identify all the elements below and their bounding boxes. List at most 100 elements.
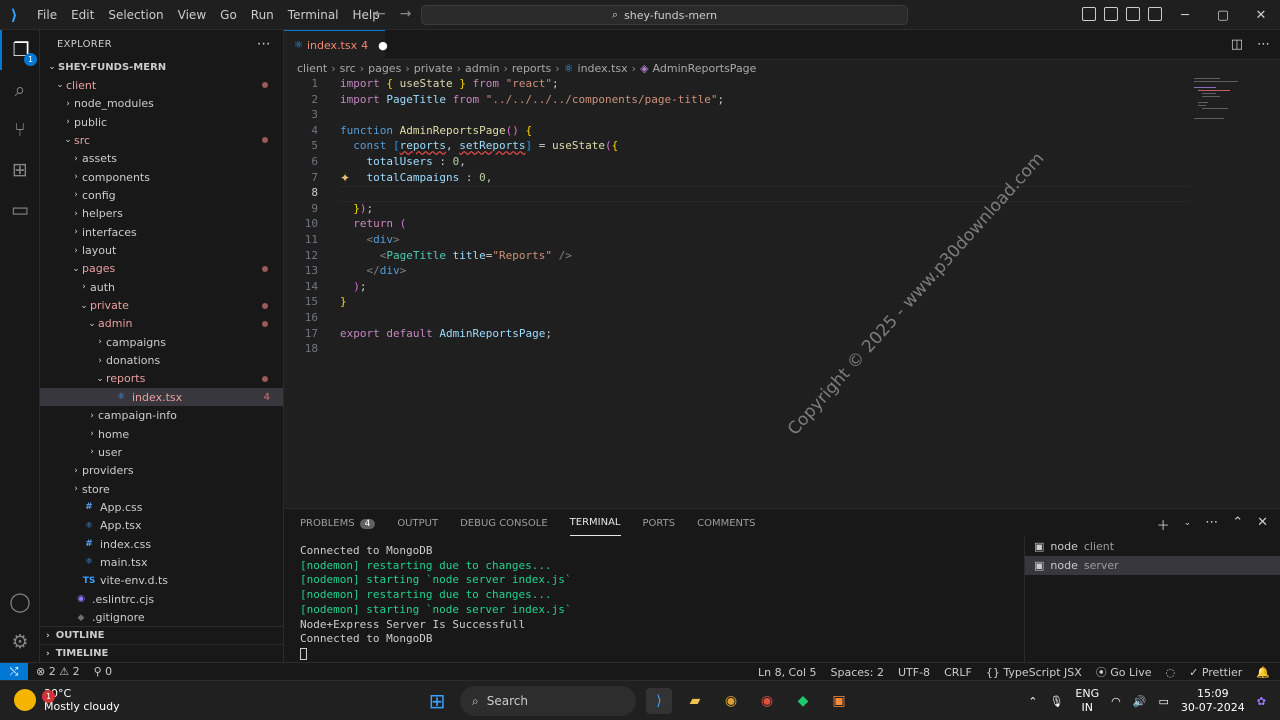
indentation[interactable]: Spaces: 2 [831, 666, 884, 679]
minimap[interactable] [1194, 76, 1270, 119]
language-indicator[interactable]: ENG IN [1075, 687, 1099, 715]
chrome-icon[interactable]: ◉ [718, 688, 744, 714]
breadcrumb-item[interactable]: reports [512, 62, 551, 75]
tree-item-client[interactable]: ⌄ client [40, 76, 283, 94]
tray-overflow-icon[interactable]: ⌃ [1028, 695, 1037, 708]
prettier-status[interactable]: ✓ Prettier [1189, 666, 1242, 679]
close-panel-icon[interactable]: ✕ [1257, 515, 1268, 534]
toggle-panel-icon[interactable] [1104, 7, 1118, 21]
tab-terminal[interactable]: TERMINAL [569, 510, 621, 536]
code-line[interactable]: function AdminReportsPage() { [340, 123, 532, 139]
tab-ports[interactable]: PORTS [643, 518, 676, 529]
tab-comments[interactable]: COMMENTS [697, 518, 755, 529]
breadcrumb-item[interactable]: admin [465, 62, 499, 75]
timeline-section[interactable]: › TIMELINE [40, 644, 283, 662]
code-line[interactable]: totalUsers : 0, [340, 154, 466, 170]
code-line[interactable]: const [reports, setReports] = useState({ [340, 138, 618, 154]
copilot-icon[interactable]: ✿ [1257, 695, 1266, 708]
code-line[interactable]: ); [340, 279, 366, 295]
tree-item-providers[interactable]: › providers [40, 462, 283, 480]
code-line[interactable]: }); [340, 201, 373, 217]
code-line[interactable]: totalCampaigns : 0, [340, 170, 493, 186]
tree-item-eslintrc-cjs[interactable]: ◉ .eslintrc.cjs [40, 590, 283, 608]
chrome-profile-icon[interactable]: ◉ [754, 688, 780, 714]
tree-item-auth[interactable]: › auth [40, 278, 283, 296]
tree-item-interfaces[interactable]: › interfaces [40, 223, 283, 241]
tree-item-shey-funds-mern[interactable]: ⌄ SHEY-FUNDS-MERN [40, 58, 283, 76]
tree-item-components[interactable]: › components [40, 168, 283, 186]
code-line[interactable]: } [340, 294, 347, 310]
toggle-sidebar-icon[interactable] [1082, 7, 1096, 21]
notifications-icon[interactable]: 🔔 [1256, 666, 1270, 679]
code-line[interactable]: import PageTitle from "../../../../compo… [340, 92, 724, 108]
breadcrumb-item[interactable]: AdminReportsPage [653, 62, 757, 75]
editor-more-icon[interactable]: ⋯ [1257, 37, 1270, 52]
terminal-output[interactable]: Connected to MongoDB [nodemon] restarting… [300, 544, 1000, 662]
tree-item-vite-env-d-ts[interactable]: TS vite-env.d.ts [40, 572, 283, 590]
tree-item-config[interactable]: › config [40, 186, 283, 204]
tab-output[interactable]: OUTPUT [397, 518, 438, 529]
volume-icon[interactable]: 🔊 [1133, 695, 1147, 708]
close-window-icon[interactable]: ✕ [1242, 0, 1280, 30]
tree-item-assets[interactable]: › assets [40, 150, 283, 168]
tree-item-helpers[interactable]: › helpers [40, 205, 283, 223]
file-explorer-icon[interactable]: ▰ [682, 688, 708, 714]
maximize-icon[interactable]: ▢ [1204, 0, 1242, 30]
breadcrumb-item[interactable]: index.tsx [578, 62, 628, 75]
menu-terminal[interactable]: Terminal [281, 0, 346, 30]
tree-item-node-modules[interactable]: › node_modules [40, 95, 283, 113]
customize-layout-icon[interactable] [1148, 7, 1162, 21]
terminal-item-client[interactable]: ▣ node client [1025, 537, 1280, 556]
menu-file[interactable]: File [30, 0, 64, 30]
menu-view[interactable]: View [171, 0, 213, 30]
breadcrumb-item[interactable]: client [297, 62, 327, 75]
tree-item-pages[interactable]: ⌄ pages [40, 260, 283, 278]
tree-item-reports[interactable]: ⌄ reports [40, 370, 283, 388]
maximize-panel-icon[interactable]: ⌃ [1232, 515, 1243, 534]
go-live-button[interactable]: ⦿ Go Live [1096, 664, 1152, 680]
windows-start-icon[interactable]: ⊞ [424, 688, 450, 714]
split-editor-icon[interactable]: ◫ [1231, 37, 1243, 52]
tree-item-donations[interactable]: › donations [40, 352, 283, 370]
minimize-icon[interactable]: ─ [1166, 0, 1204, 30]
breadcrumb-item[interactable]: pages [368, 62, 401, 75]
tree-item-index-tsx[interactable]: ⚛ index.tsx 4 [40, 388, 283, 407]
encoding[interactable]: UTF-8 [898, 666, 930, 679]
tree-item-public[interactable]: › public [40, 113, 283, 131]
menu-edit[interactable]: Edit [64, 0, 101, 30]
tree-item-private[interactable]: ⌄ private [40, 297, 283, 315]
tab-problems[interactable]: PROBLEMS 4 [300, 518, 376, 529]
code-line[interactable]: </div> [340, 263, 407, 279]
source-control-icon[interactable]: ⑂ [0, 110, 40, 150]
tree-item-admin[interactable]: ⌄ admin [40, 315, 283, 333]
cursor-position[interactable]: Ln 8, Col 5 [758, 666, 817, 679]
battery-icon[interactable]: ▭ [1158, 695, 1168, 708]
menu-selection[interactable]: Selection [101, 0, 170, 30]
app-icon[interactable]: ◆ [790, 688, 816, 714]
code-line[interactable]: <div> [340, 232, 400, 248]
panel-more-icon[interactable]: ⋯ [1205, 515, 1218, 534]
new-terminal-icon[interactable]: ＋ [1157, 515, 1170, 534]
terminal-dropdown-icon[interactable]: ⌄ [1184, 518, 1192, 534]
more-actions-icon[interactable]: ⋯ [257, 36, 271, 52]
remote-indicator-icon[interactable]: ⤭ [0, 662, 28, 681]
explorer-icon[interactable]: ❐ 1 [0, 30, 40, 70]
code-editor[interactable]: 1 2 3 4 5 6 7 8 9 10 11 12 13 14 15 16 17 18 import { use… [284, 76, 1280, 508]
tab-index-tsx[interactable]: ⚛ index.tsx 4 ● [284, 30, 388, 60]
language-mode[interactable]: {} TypeScript JSX [986, 666, 1082, 679]
microphone-icon[interactable]: 🎙 [1049, 695, 1063, 708]
code-line[interactable]: export default AdminReportsPage; [340, 326, 552, 342]
tree-item-gitignore[interactable]: ◆ .gitignore [40, 609, 283, 627]
settings-gear-icon[interactable]: ⚙ [0, 622, 40, 662]
toggle-secondary-sidebar-icon[interactable] [1126, 7, 1140, 21]
tree-item-campaigns[interactable]: › campaigns [40, 333, 283, 351]
unsaved-dot-icon[interactable]: ● [378, 39, 388, 52]
ports-status[interactable]: ⚲ 0 [94, 665, 113, 678]
tree-item-campaign-info[interactable]: › campaign-info [40, 407, 283, 425]
forward-arrow-icon[interactable]: → [400, 6, 412, 22]
tree-item-layout[interactable]: › layout [40, 242, 283, 260]
wifi-icon[interactable]: ◠ [1111, 695, 1121, 708]
menu-go[interactable]: Go [213, 0, 244, 30]
back-arrow-icon[interactable]: ← [374, 6, 386, 22]
tree-item-store[interactable]: › store [40, 480, 283, 498]
